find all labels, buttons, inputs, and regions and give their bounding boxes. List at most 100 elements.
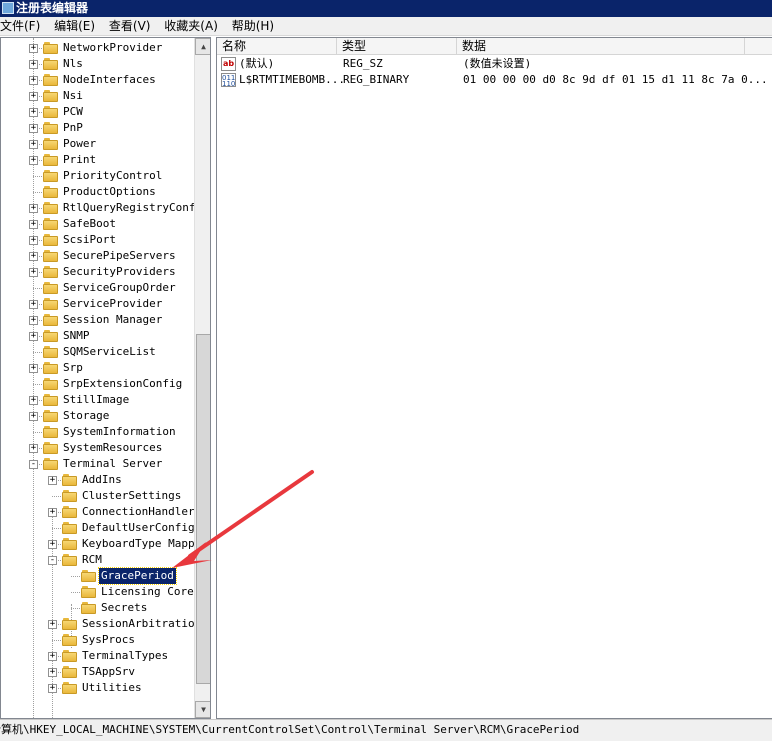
list-row[interactable]: 011 110 L$RTMTIMEBOMB... REG_BINARY 01 00… [217, 72, 772, 88]
values-list-pane[interactable]: 名称 类型 数据 ab (默认) REG_SZ (数值未设置) 011 110 L… [216, 37, 772, 719]
expand-icon[interactable]: + [48, 540, 57, 549]
menu-edit[interactable]: 编辑(E) [54, 17, 101, 36]
expand-icon[interactable]: + [29, 364, 38, 373]
expand-icon[interactable]: + [29, 140, 38, 149]
tree-item[interactable]: + ServiceProvider [1, 296, 194, 312]
tree-item[interactable]: + StillImage [1, 392, 194, 408]
expand-icon[interactable]: + [29, 236, 38, 245]
menu-help[interactable]: 帮助(H) [232, 17, 280, 36]
column-type-header[interactable]: 类型 [337, 38, 457, 55]
expand-icon[interactable]: + [48, 652, 57, 661]
tree-item[interactable]: + SafeBoot [1, 216, 194, 232]
expand-icon[interactable]: + [29, 108, 38, 117]
tree-item[interactable]: + RtlQueryRegistryConfig [1, 200, 209, 216]
tree-item[interactable]: DefaultUserConfigur [1, 520, 208, 536]
tree-item[interactable]: + Utilities [1, 680, 194, 696]
tree-item[interactable]: + KeyboardType Mappin [1, 536, 208, 552]
tree-item[interactable]: + SNMP [1, 328, 194, 344]
column-name-header[interactable]: 名称 [217, 38, 337, 55]
expand-icon[interactable]: + [29, 220, 38, 229]
tree-item[interactable]: + Session Manager [1, 312, 194, 328]
expand-icon[interactable]: + [29, 252, 38, 261]
tree-item[interactable]: SysProcs [1, 632, 194, 648]
tree-item[interactable]: + PCW [1, 104, 194, 120]
tree-item[interactable]: + Storage [1, 408, 194, 424]
expand-icon[interactable]: + [29, 396, 38, 405]
tree-item[interactable]: SystemInformation [1, 424, 194, 440]
scroll-thumb[interactable] [196, 334, 210, 684]
tree-item[interactable]: + NodeInterfaces [1, 72, 194, 88]
regedit-app-icon [2, 2, 14, 14]
expand-icon[interactable]: + [29, 204, 38, 213]
tree-item[interactable]: ProductOptions [1, 184, 194, 200]
expand-icon[interactable]: + [29, 316, 38, 325]
tree-item[interactable]: PriorityControl [1, 168, 194, 184]
tree-item[interactable]: + TSAppSrv [1, 664, 194, 680]
expand-icon[interactable]: + [29, 444, 38, 453]
tree-item[interactable]: + ConnectionHandler [1, 504, 195, 520]
collapse-icon[interactable]: - [48, 556, 57, 565]
tree-item[interactable]: + NetworkProvider [1, 40, 194, 56]
tree-item-label: ProductOptions [63, 185, 156, 198]
folder-icon [81, 601, 96, 614]
collapse-icon[interactable]: - [29, 460, 38, 469]
expand-icon[interactable]: + [48, 620, 57, 629]
expand-icon[interactable]: + [29, 156, 38, 165]
tree-item[interactable]: - Terminal Server [1, 456, 194, 472]
tree-item[interactable]: SrpExtensionConfig [1, 376, 194, 392]
status-bar: 计算机\HKEY_LOCAL_MACHINE\SYSTEM\CurrentCon… [0, 719, 772, 741]
tree-item[interactable]: ClusterSettings [1, 488, 194, 504]
expand-icon[interactable]: + [48, 476, 57, 485]
tree-item[interactable]: + Nsi [1, 88, 194, 104]
registry-tree-pane[interactable]: + NetworkProvider + Nls + NodeInterfaces + Nsi +… [0, 37, 211, 719]
tree-item[interactable]: + SystemResources [1, 440, 194, 456]
tree-item[interactable]: + SecurePipeServers [1, 248, 194, 264]
tree-item-label: ScsiPort [63, 233, 116, 246]
expand-icon[interactable]: + [29, 76, 38, 85]
tree-item[interactable]: + ScsiPort [1, 232, 194, 248]
scroll-down-button[interactable]: ▼ [195, 701, 210, 718]
tree-item-label: ServiceGroupOrder [63, 281, 176, 294]
column-data-header[interactable]: 数据 [457, 38, 745, 55]
list-row[interactable]: ab (默认) REG_SZ (数值未设置) [217, 56, 772, 72]
tree-item[interactable]: + SecurityProviders [1, 264, 194, 280]
expand-icon[interactable]: + [48, 508, 57, 517]
value-name: (默认) [239, 57, 275, 70]
value-data: (数值未设置) [463, 57, 532, 70]
expand-icon[interactable]: + [48, 668, 57, 677]
expand-icon[interactable]: + [29, 60, 38, 69]
tree-item-label: KeyboardType Mappin [82, 537, 208, 550]
tree-item[interactable]: + Nls [1, 56, 194, 72]
tree-item[interactable]: + AddIns [1, 472, 194, 488]
expand-icon[interactable]: + [29, 268, 38, 277]
folder-icon [43, 297, 58, 310]
tree-item[interactable]: + PnP [1, 120, 194, 136]
tree-item[interactable]: + Srp [1, 360, 194, 376]
expand-icon[interactable]: + [29, 44, 38, 53]
menu-view[interactable]: 查看(V) [109, 17, 157, 36]
tree-item[interactable]: - RCM [1, 552, 194, 568]
menu-file[interactable]: 文件(F) [0, 17, 46, 36]
tree-item[interactable]: SQMServiceList [1, 344, 194, 360]
scroll-up-button[interactable]: ▲ [195, 38, 210, 55]
expand-icon[interactable]: + [29, 332, 38, 341]
tree-item-label: AddIns [82, 473, 122, 486]
tree-item[interactable]: + TerminalTypes [1, 648, 194, 664]
value-data: 01 00 00 00 d0 8c 9d df 01 15 d1 11 8c 7… [463, 73, 768, 86]
expand-icon[interactable]: + [29, 412, 38, 421]
expand-icon[interactable]: + [48, 684, 57, 693]
tree-item[interactable]: GracePeriod [1, 567, 194, 585]
tree-item-label: ConnectionHandler [82, 505, 195, 518]
tree-item[interactable]: + Print [1, 152, 194, 168]
menu-favorites[interactable]: 收藏夹(A) [164, 17, 224, 36]
expand-icon[interactable]: + [29, 124, 38, 133]
tree-item[interactable]: + SessionArbitrationH [1, 616, 208, 632]
expand-icon[interactable]: + [29, 300, 38, 309]
expand-icon[interactable]: + [29, 92, 38, 101]
tree-item-label: SrpExtensionConfig [63, 377, 183, 390]
tree-vertical-scrollbar[interactable]: ▲ ▼ [194, 38, 210, 718]
tree-item[interactable]: Secrets [1, 600, 194, 616]
tree-item[interactable]: Licensing Core [1, 584, 194, 600]
tree-item[interactable]: ServiceGroupOrder [1, 280, 194, 296]
tree-item[interactable]: + Power [1, 136, 194, 152]
